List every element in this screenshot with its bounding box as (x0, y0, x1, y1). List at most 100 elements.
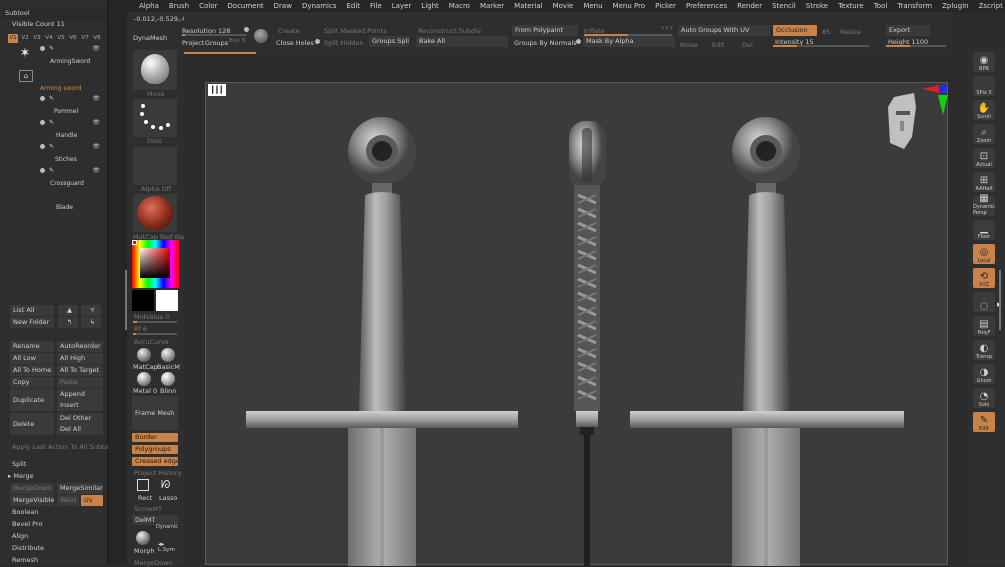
menu-item-draw[interactable]: Draw (269, 2, 297, 10)
menu-item-render[interactable]: Render (732, 2, 767, 10)
menu-item-transform[interactable]: Transform (892, 2, 937, 10)
main-color-swatch[interactable] (156, 290, 178, 311)
version-v4[interactable]: V4 (44, 34, 54, 43)
shelf-button-local[interactable]: ◎ Local (973, 244, 995, 264)
frame-mesh-button[interactable]: Frame Mesh (132, 396, 178, 430)
midvalue-slider[interactable]: MidValue 0 (134, 313, 170, 321)
menu-item-zplugin[interactable]: Zplugin (937, 2, 973, 10)
rf-bar[interactable] (133, 333, 177, 335)
material-icon[interactable] (133, 194, 177, 232)
merge-similar-button[interactable]: MergeSimilar (57, 483, 103, 494)
bevel-pro-section[interactable]: Bevel Pro (12, 520, 43, 528)
subtool-toggle-icon[interactable] (40, 120, 45, 125)
subtool-toggle-icon[interactable] (40, 144, 45, 149)
sculpt-layer-label[interactable]: ScrneMT (134, 505, 162, 513)
menu-item-zscript[interactable]: Zscript (974, 2, 1005, 10)
shelf-button-aahalf[interactable]: ⊞ AAHalf (973, 172, 995, 192)
shelf-button-xyz[interactable]: ⟲ XYZ (973, 268, 995, 288)
polygroups-button[interactable]: Polygroups (132, 445, 178, 454)
weld-button[interactable]: Weld (57, 495, 79, 506)
color-picker-square[interactable] (140, 248, 170, 278)
midvalue-bar[interactable] (133, 321, 177, 323)
shelf-button-transp[interactable]: ◐ Transp (973, 340, 995, 360)
arrow-down-icon[interactable]: ▼ (81, 305, 101, 316)
subtool-name-arming-sword[interactable]: Arming sword (40, 85, 81, 92)
dynamesh-sphere-icon[interactable] (254, 29, 268, 43)
auto-reorder-button[interactable]: AutoReorder (57, 341, 103, 352)
menu-item-movie[interactable]: Movie (548, 2, 579, 10)
shelf-button-actual[interactable]: ⊡ Actual (973, 148, 995, 168)
subtool-name-blade[interactable]: Blade (56, 204, 73, 211)
menu-item-edit[interactable]: Edit (341, 2, 365, 10)
lasso-selection-icon[interactable]: ᘗ (161, 478, 173, 492)
merge-section[interactable]: ▸ Merge (8, 472, 34, 480)
menu-item-dynamics[interactable]: Dynamics (297, 2, 342, 10)
all-to-target-button[interactable]: All To Target (57, 365, 103, 376)
blinn-sphere-icon[interactable] (161, 372, 175, 386)
color-picker-hue-ring[interactable] (132, 240, 179, 288)
subtool-row-controls[interactable]: ✎ 👁 (40, 94, 100, 103)
shelf-button-polyf[interactable]: ▤ PolyF (973, 316, 995, 336)
merge-down-button[interactable]: MergeDown (10, 483, 54, 494)
brush-icon[interactable]: ✎ (49, 119, 54, 126)
reconstruct-subdiv-button[interactable]: Reconstruct Subdiv (418, 27, 481, 35)
shelf-button-ghost[interactable]: ◑ Ghost (973, 364, 995, 384)
create-button[interactable]: Create (278, 27, 300, 35)
eye-icon[interactable]: 👁 (92, 167, 100, 174)
split-hidden-button[interactable]: Split Hidden (324, 39, 364, 47)
noise-button[interactable]: Noise (680, 41, 698, 49)
split-masked-button[interactable]: Split Masked Points (324, 27, 387, 35)
copy-button[interactable]: Copy (10, 377, 54, 388)
menu-item-color[interactable]: Color (194, 2, 222, 10)
move-brush-icon[interactable] (133, 50, 177, 90)
apply-last-action[interactable]: Apply Last Action To All Subtools (12, 443, 118, 451)
brush-icon[interactable]: ✎ (49, 167, 54, 174)
shelf-button-floor[interactable]: ▁ Floor (973, 220, 995, 240)
subtool-row-controls[interactable]: ✎ 👁 (40, 44, 100, 53)
version-v2[interactable]: V2 (20, 34, 30, 43)
del-all-button[interactable]: Del All (57, 424, 103, 435)
split-section[interactable]: Split (12, 460, 26, 468)
resolution-toggle[interactable] (244, 27, 249, 32)
subtool-toggle-icon[interactable] (40, 168, 45, 173)
close-holes-toggle[interactable] (315, 39, 320, 44)
all-high-button[interactable]: All High (57, 353, 103, 364)
rect-selection-icon[interactable] (137, 479, 149, 491)
menu-item-stroke[interactable]: Stroke (801, 2, 833, 10)
list-all-button[interactable]: List All (10, 305, 54, 316)
subtool-name-armingsword[interactable]: ArmingSword (50, 58, 90, 65)
border-button[interactable]: Border (132, 433, 178, 442)
subtool-toggle-icon[interactable] (40, 46, 45, 51)
metal-sphere-icon[interactable] (137, 372, 151, 386)
matcap-sphere-icon[interactable] (137, 348, 151, 362)
eye-icon[interactable]: 👁 (92, 143, 100, 150)
close-holes-button[interactable]: Close Holes (276, 39, 314, 47)
alpha-icon[interactable] (133, 147, 177, 185)
move-down-icon[interactable]: ↳ (81, 317, 101, 328)
resolution-bar[interactable] (182, 34, 246, 36)
bake-all-button[interactable]: Bake All (416, 36, 508, 47)
new-folder-button[interactable]: New Folder (10, 317, 54, 328)
subtool-title[interactable]: Subtool (2, 8, 106, 19)
intensity-bar[interactable] (773, 45, 869, 47)
dots-stroke-icon[interactable] (133, 99, 177, 137)
remesh-section[interactable]: Remesh (12, 556, 38, 564)
align-section[interactable]: Align (12, 532, 28, 540)
shelf-button-solo[interactable]: ◔ Solo (973, 388, 995, 408)
project-button[interactable]: Project (182, 39, 204, 47)
merge-visible-button[interactable]: MergeVisible (10, 495, 54, 506)
subtool-name-stiches[interactable]: Stiches (55, 156, 77, 163)
merge-down-mid[interactable]: MergeDown (134, 559, 173, 567)
rename-button[interactable]: Rename (10, 341, 54, 352)
shelf-button-edit[interactable]: ✎ Edit (973, 412, 995, 432)
delete-button[interactable]: Delete (10, 413, 54, 435)
eye-icon[interactable]: 👁 (92, 119, 100, 126)
duplicate-button[interactable]: Duplicate (10, 389, 54, 411)
sword-model[interactable] (206, 83, 949, 566)
shelf-button-scroll[interactable]: ✋ Scroll (973, 100, 995, 120)
menu-item-picker[interactable]: Picker (650, 2, 681, 10)
menu-item-alpha[interactable]: Alpha (134, 2, 164, 10)
secondary-color-swatch[interactable] (132, 290, 154, 311)
version-v8[interactable]: V8 (92, 34, 102, 43)
groups-split-button[interactable]: Groups Split (369, 36, 409, 47)
